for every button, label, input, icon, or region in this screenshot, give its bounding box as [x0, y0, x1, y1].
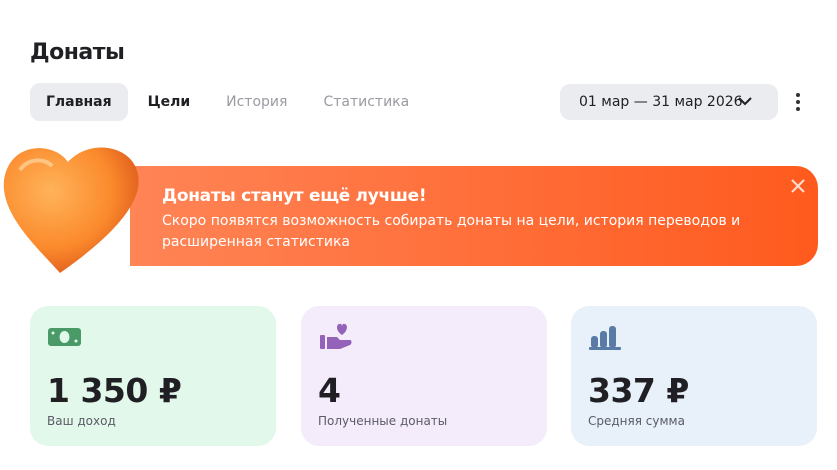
close-icon[interactable]: [790, 178, 806, 194]
average-card: 337 ₽ Средняя сумма: [571, 306, 817, 446]
tab-history[interactable]: История: [210, 83, 303, 121]
banner-text: Скоро появятся возможность собирать дона…: [162, 213, 741, 250]
banner-title: Донаты станут ещё лучше!: [162, 186, 427, 206]
average-label: Средняя сумма: [588, 414, 685, 428]
date-range-label: 01 мар — 31 мар 2026: [579, 94, 743, 110]
hand-heart-icon: [320, 323, 352, 349]
tabs: Главная Цели История Статистика: [30, 83, 429, 121]
income-label: Ваш доход: [47, 414, 116, 428]
income-card: 1 350 ₽ Ваш доход: [30, 306, 276, 446]
donations-card: 4 Полученные донаты: [301, 306, 547, 446]
donations-label: Полученные донаты: [318, 414, 448, 428]
money-icon: [48, 328, 81, 346]
tab-statistics[interactable]: Статистика: [307, 83, 425, 121]
tab-main[interactable]: Главная: [30, 83, 128, 121]
date-range-picker[interactable]: 01 мар — 31 мар 2026: [560, 84, 778, 120]
donations-value: 4: [318, 371, 341, 410]
tab-goals[interactable]: Цели: [132, 83, 207, 121]
more-options-icon[interactable]: [790, 92, 806, 112]
bar-chart-icon: [589, 326, 621, 350]
chevron-down-icon: [738, 97, 752, 106]
heart-icon: [3, 147, 139, 273]
page-title: Донаты: [30, 40, 125, 65]
income-value: 1 350 ₽: [47, 371, 182, 410]
average-value: 337 ₽: [588, 371, 689, 410]
